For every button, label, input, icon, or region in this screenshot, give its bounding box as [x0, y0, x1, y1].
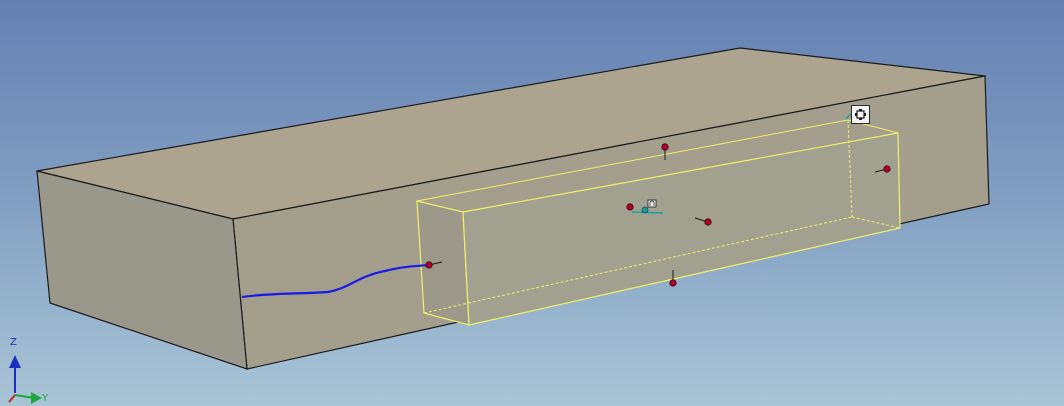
axis-triad	[8, 355, 42, 404]
z-axis-label: Z	[10, 337, 17, 348]
anchor-icon	[647, 199, 657, 208]
selected-box-end-face[interactable]	[416, 200, 470, 326]
move-transform-button[interactable]	[851, 105, 870, 124]
y-axis-label: Y	[42, 393, 49, 404]
x-axis-line	[8, 394, 16, 403]
z-axis-arrow	[9, 355, 21, 368]
model-scene[interactable]	[0, 0, 1064, 406]
y-axis-arrow	[31, 392, 42, 404]
move-transform-icon	[855, 109, 866, 120]
graphics-viewport[interactable]: Z Y	[0, 0, 1064, 406]
